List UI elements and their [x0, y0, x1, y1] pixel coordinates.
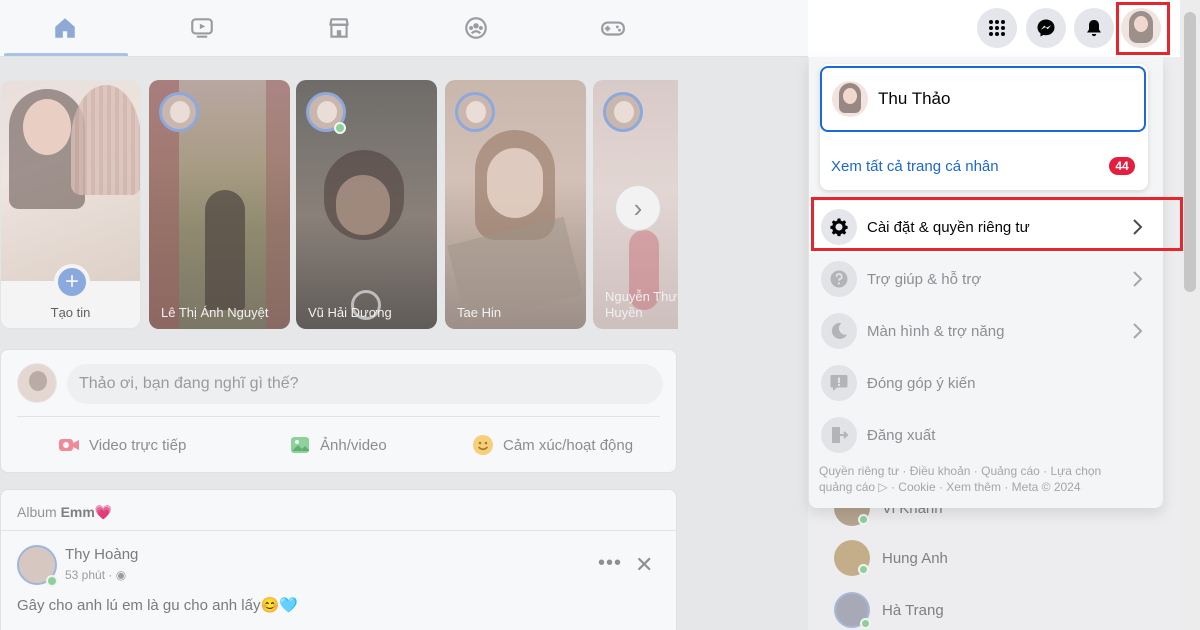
contact-item[interactable]: Hà Trang	[834, 590, 944, 630]
live-video-label: Video trực tiếp	[89, 436, 187, 454]
chevron-right-icon: ›	[633, 192, 643, 223]
photo-video-label: Ảnh/video	[320, 436, 387, 454]
album-prefix: Album	[17, 504, 57, 520]
online-indicator	[46, 575, 58, 587]
post-body: Gây cho anh lú em là gu cho anh lấy😊🩵	[17, 597, 298, 614]
menu-item-label: Đăng xuất	[867, 426, 936, 444]
profile-card: Thu Thảo Xem tất cả trang cá nhân 44	[820, 64, 1148, 190]
story-author-name: Tae Hin	[457, 305, 502, 320]
help-icon	[821, 261, 857, 297]
story-author-name: Vũ Hải Dương	[308, 305, 392, 320]
messenger-icon	[1037, 19, 1055, 37]
profile-name: Thu Thảo	[878, 89, 951, 108]
account-dropdown: Thu Thảo Xem tất cả trang cá nhân 44 Cài…	[809, 57, 1183, 508]
home-icon	[55, 18, 75, 38]
count-badge: 44	[1109, 157, 1135, 175]
story-author-name: Nguyễn Thư Huyền	[605, 289, 678, 320]
feed-post: Album Emm💗 Thy Hoàng 53 phút · ◉ ••• ✕ G…	[0, 489, 677, 630]
feeling-button[interactable]: Cảm xúc/hoạt động	[471, 430, 633, 460]
nav-tab-home[interactable]	[2, 0, 128, 56]
album-name[interactable]: Emm💗	[61, 504, 113, 520]
stories-next-button[interactable]: ›	[615, 185, 661, 231]
globe-icon: ◉	[115, 568, 127, 582]
post-author[interactable]: Thy Hoàng	[65, 546, 138, 563]
chevron-right-icon	[1133, 271, 1143, 287]
scrollbar[interactable]	[1180, 0, 1200, 630]
contact-item[interactable]: Hung Anh	[834, 538, 948, 578]
nav-tab-watch[interactable]	[139, 0, 265, 56]
more-options-icon[interactable]: •••	[598, 552, 622, 575]
chevron-right-icon	[1133, 219, 1143, 235]
contact-name: Hung Anh	[882, 549, 948, 567]
current-profile-row[interactable]: Thu Thảo	[820, 66, 1146, 132]
menu-item-settings-privacy[interactable]: Cài đặt & quyền riêng tư	[809, 201, 1163, 253]
scrollbar-thumb[interactable]	[1184, 12, 1196, 292]
profile-menu-button[interactable]	[1121, 8, 1161, 48]
see-all-profiles-link[interactable]: Xem tất cả trang cá nhân	[831, 158, 999, 175]
moon-icon	[821, 313, 857, 349]
live-video-button[interactable]: Video trực tiếp	[57, 430, 186, 460]
close-icon[interactable]: ✕	[635, 552, 653, 578]
avatar	[832, 81, 868, 117]
avatar	[834, 592, 871, 629]
feeling-label: Cảm xúc/hoạt động	[503, 436, 634, 454]
online-indicator	[858, 564, 869, 575]
photo-icon	[291, 437, 309, 453]
bell-icon	[1087, 20, 1101, 37]
divider	[1, 530, 676, 531]
composer-input[interactable]: Thảo ơi, bạn đang nghĩ gì thế?	[67, 364, 663, 404]
album-header[interactable]: Album Emm💗	[17, 504, 112, 521]
story-photo	[1, 81, 140, 281]
menu-item-help[interactable]: Trợ giúp & hỗ trợ	[809, 253, 1163, 305]
logout-icon	[821, 417, 857, 453]
nav-tab-gaming[interactable]	[550, 0, 676, 56]
plus-icon: +	[54, 264, 90, 300]
smiley-icon	[473, 435, 493, 455]
menu-button[interactable]	[977, 8, 1017, 48]
online-indicator	[858, 514, 869, 525]
post-time[interactable]: 53 phút · ◉	[65, 568, 126, 582]
grid-menu-icon	[989, 20, 1005, 36]
nav-tab-groups[interactable]	[413, 0, 539, 56]
online-indicator	[334, 122, 346, 134]
online-indicator	[860, 618, 871, 629]
photo-video-button[interactable]: Ảnh/video	[288, 430, 387, 460]
gear-icon	[821, 209, 857, 245]
live-video-icon	[59, 439, 79, 451]
avatar[interactable]	[17, 363, 57, 403]
groups-icon	[465, 17, 487, 39]
contact-name: Hà Trang	[882, 601, 944, 619]
video-icon	[191, 18, 213, 38]
gamepad-icon	[601, 21, 625, 36]
story-card[interactable]: Vũ Hải Dương	[296, 80, 437, 329]
menu-item-feedback[interactable]: Đóng góp ý kiến	[809, 357, 1163, 409]
story-author-name: Lê Thị Ánh Nguyệt	[161, 305, 269, 320]
nav-tab-marketplace[interactable]	[276, 0, 402, 56]
top-navigation	[0, 0, 808, 57]
menu-item-logout[interactable]: Đăng xuất	[809, 409, 1163, 461]
story-card[interactable]: Tae Hin	[445, 80, 586, 329]
menu-item-label: Màn hình & trợ năng	[867, 322, 1005, 340]
story-avatar	[159, 92, 199, 132]
menu-item-display-accessibility[interactable]: Màn hình & trợ năng	[809, 305, 1163, 357]
store-icon	[329, 18, 349, 38]
chevron-right-icon	[1133, 323, 1143, 339]
divider	[17, 416, 660, 417]
story-avatar	[455, 92, 495, 132]
story-card[interactable]: Lê Thị Ánh Nguyệt	[149, 80, 290, 329]
avatar	[834, 540, 870, 576]
menu-item-label: Đóng góp ý kiến	[867, 374, 976, 392]
story-avatar	[603, 92, 643, 132]
post-composer: Thảo ơi, bạn đang nghĩ gì thế? Video trự…	[0, 349, 677, 473]
notifications-button[interactable]	[1074, 8, 1114, 48]
create-story-card[interactable]: + Tạo tin	[0, 80, 141, 329]
menu-item-label: Trợ giúp & hỗ trợ	[867, 270, 982, 288]
post-timestamp: 53 phút ·	[65, 568, 113, 582]
messenger-button[interactable]	[1026, 8, 1066, 48]
footer-links[interactable]: Quyền riêng tư · Điều khoản · Quảng cáo …	[819, 463, 1119, 495]
feedback-icon	[821, 365, 857, 401]
create-story-label: Tạo tin	[50, 305, 91, 320]
menu-item-label: Cài đặt & quyền riêng tư	[867, 218, 1030, 236]
